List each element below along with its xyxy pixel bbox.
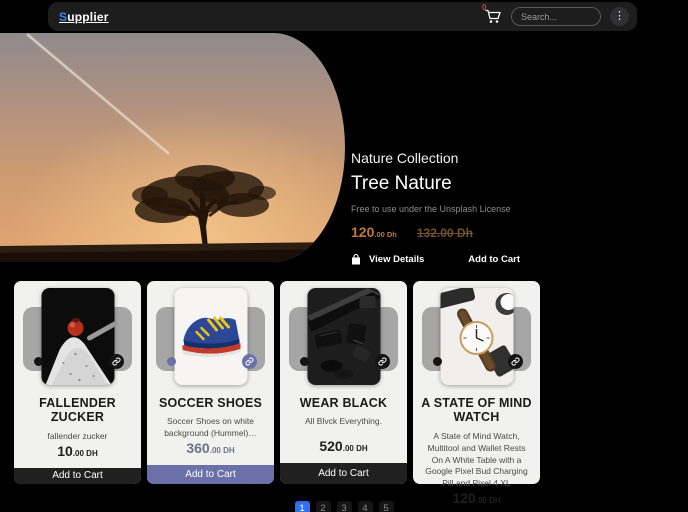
product-price: 360.00 DH <box>147 440 274 458</box>
page-button-1[interactable]: 1 <box>294 501 310 512</box>
link-icon <box>511 357 520 366</box>
shopping-bag-icon <box>352 254 360 265</box>
hero-info: Nature Collection Tree Nature Free to us… <box>351 150 651 265</box>
add-to-cart-button[interactable]: Add to Cart <box>147 465 274 484</box>
product-price: 10.00 DH <box>14 443 141 461</box>
product-image-shoe <box>174 288 247 385</box>
price-int: 520 <box>319 438 343 454</box>
price-int: 10 <box>57 442 73 459</box>
product-grid: FALLENDER ZUCKER fallender zucker 10.00 … <box>14 281 540 506</box>
product-image-black-items <box>307 288 380 385</box>
carousel-dot[interactable] <box>167 357 176 366</box>
product-card-fallender-zucker[interactable]: FALLENDER ZUCKER fallender zucker 10.00 … <box>14 281 141 484</box>
product-title: SOCCER SHOES <box>158 396 263 410</box>
hero-image-tree-sunset <box>0 33 345 262</box>
navbar-right: 0 ⋮ <box>482 3 629 26</box>
page-button-5[interactable]: 5 <box>378 501 394 512</box>
page-button-3[interactable]: 3 <box>336 501 352 512</box>
link-button[interactable] <box>242 354 257 369</box>
logo-letter: S <box>59 9 68 24</box>
price-int: 360 <box>186 440 210 457</box>
page-button-2[interactable]: 2 <box>315 501 331 512</box>
add-to-cart-button[interactable]: Add to Cart <box>280 463 407 484</box>
product-card-wear-black[interactable]: WEAR BLACK All Blvck Everything. 520.00 … <box>280 281 407 484</box>
menu-kebab-button[interactable]: ⋮ <box>610 7 629 26</box>
product-card-state-of-mind-watch[interactable]: A STATE OF MIND WATCH A State of Mind Wa… <box>413 281 540 506</box>
page-button-4[interactable]: 4 <box>357 501 373 512</box>
view-details-button[interactable]: View Details <box>351 254 424 265</box>
hero-price: 120 <box>351 224 375 240</box>
carousel-dot[interactable] <box>34 357 43 366</box>
product-card-soccer-shoes[interactable]: SOCCER SHOES Soccer Shoes on white backg… <box>147 281 274 484</box>
product-media <box>147 286 274 386</box>
cart-icon <box>485 9 501 23</box>
hero-price-decimals: .00 Dh <box>374 230 397 239</box>
product-media <box>280 286 407 386</box>
link-button[interactable] <box>109 354 124 369</box>
link-button[interactable] <box>375 354 390 369</box>
price-dec: .00 DH <box>209 446 235 456</box>
product-description: Soccer Shoes on white background (Hummel… <box>164 416 257 439</box>
hero-old-price: 132.00 Dh <box>416 226 473 240</box>
price-dec: .00 DH <box>342 444 368 453</box>
product-image-sugar <box>41 288 114 385</box>
product-media <box>413 286 540 386</box>
hero-license: Free to use under the Unsplash License <box>351 204 511 214</box>
hero-actions: View Details Add to Cart <box>351 254 651 265</box>
carousel-dot[interactable] <box>433 357 442 366</box>
product-image-watch <box>440 288 513 385</box>
product-description: A State of Mind Watch, Multitool and Wal… <box>425 430 528 489</box>
add-to-cart-button[interactable]: Add to Cart <box>14 467 141 484</box>
logo-supplier[interactable]: Supplier <box>59 10 109 24</box>
logo-text: upplier <box>67 9 109 24</box>
product-title: FALLENDER ZUCKER <box>39 396 116 425</box>
search-input[interactable] <box>511 7 601 26</box>
price-dec: .00 DH <box>72 448 98 458</box>
kebab-icon: ⋮ <box>614 10 625 22</box>
product-title: WEAR BLACK <box>299 396 388 410</box>
cart-button[interactable]: 0 <box>482 3 502 24</box>
cart-badge: 0 <box>482 3 487 12</box>
link-icon <box>112 357 121 366</box>
link-icon <box>378 357 387 366</box>
hero-title: Tree Nature <box>351 173 452 194</box>
navbar: Supplier 0 ⋮ <box>48 2 637 31</box>
product-description: fallender zucker <box>47 430 108 441</box>
carousel-dot[interactable] <box>300 357 309 366</box>
view-details-label: View Details <box>369 254 425 265</box>
link-button[interactable] <box>508 354 523 369</box>
link-icon <box>245 357 254 366</box>
product-title: A STATE OF MIND WATCH <box>421 396 532 425</box>
product-media <box>14 286 141 386</box>
hero-collection: Nature Collection <box>351 150 459 166</box>
product-price: 520.00 DH <box>280 438 407 456</box>
hero-add-to-cart-button[interactable]: Add to Cart <box>468 254 520 265</box>
product-description: All Blvck Everything. <box>305 416 382 427</box>
hero-price-row: 120 .00 Dh 132.00 Dh <box>351 224 651 240</box>
pagination: 1 2 3 4 5 <box>0 501 688 512</box>
